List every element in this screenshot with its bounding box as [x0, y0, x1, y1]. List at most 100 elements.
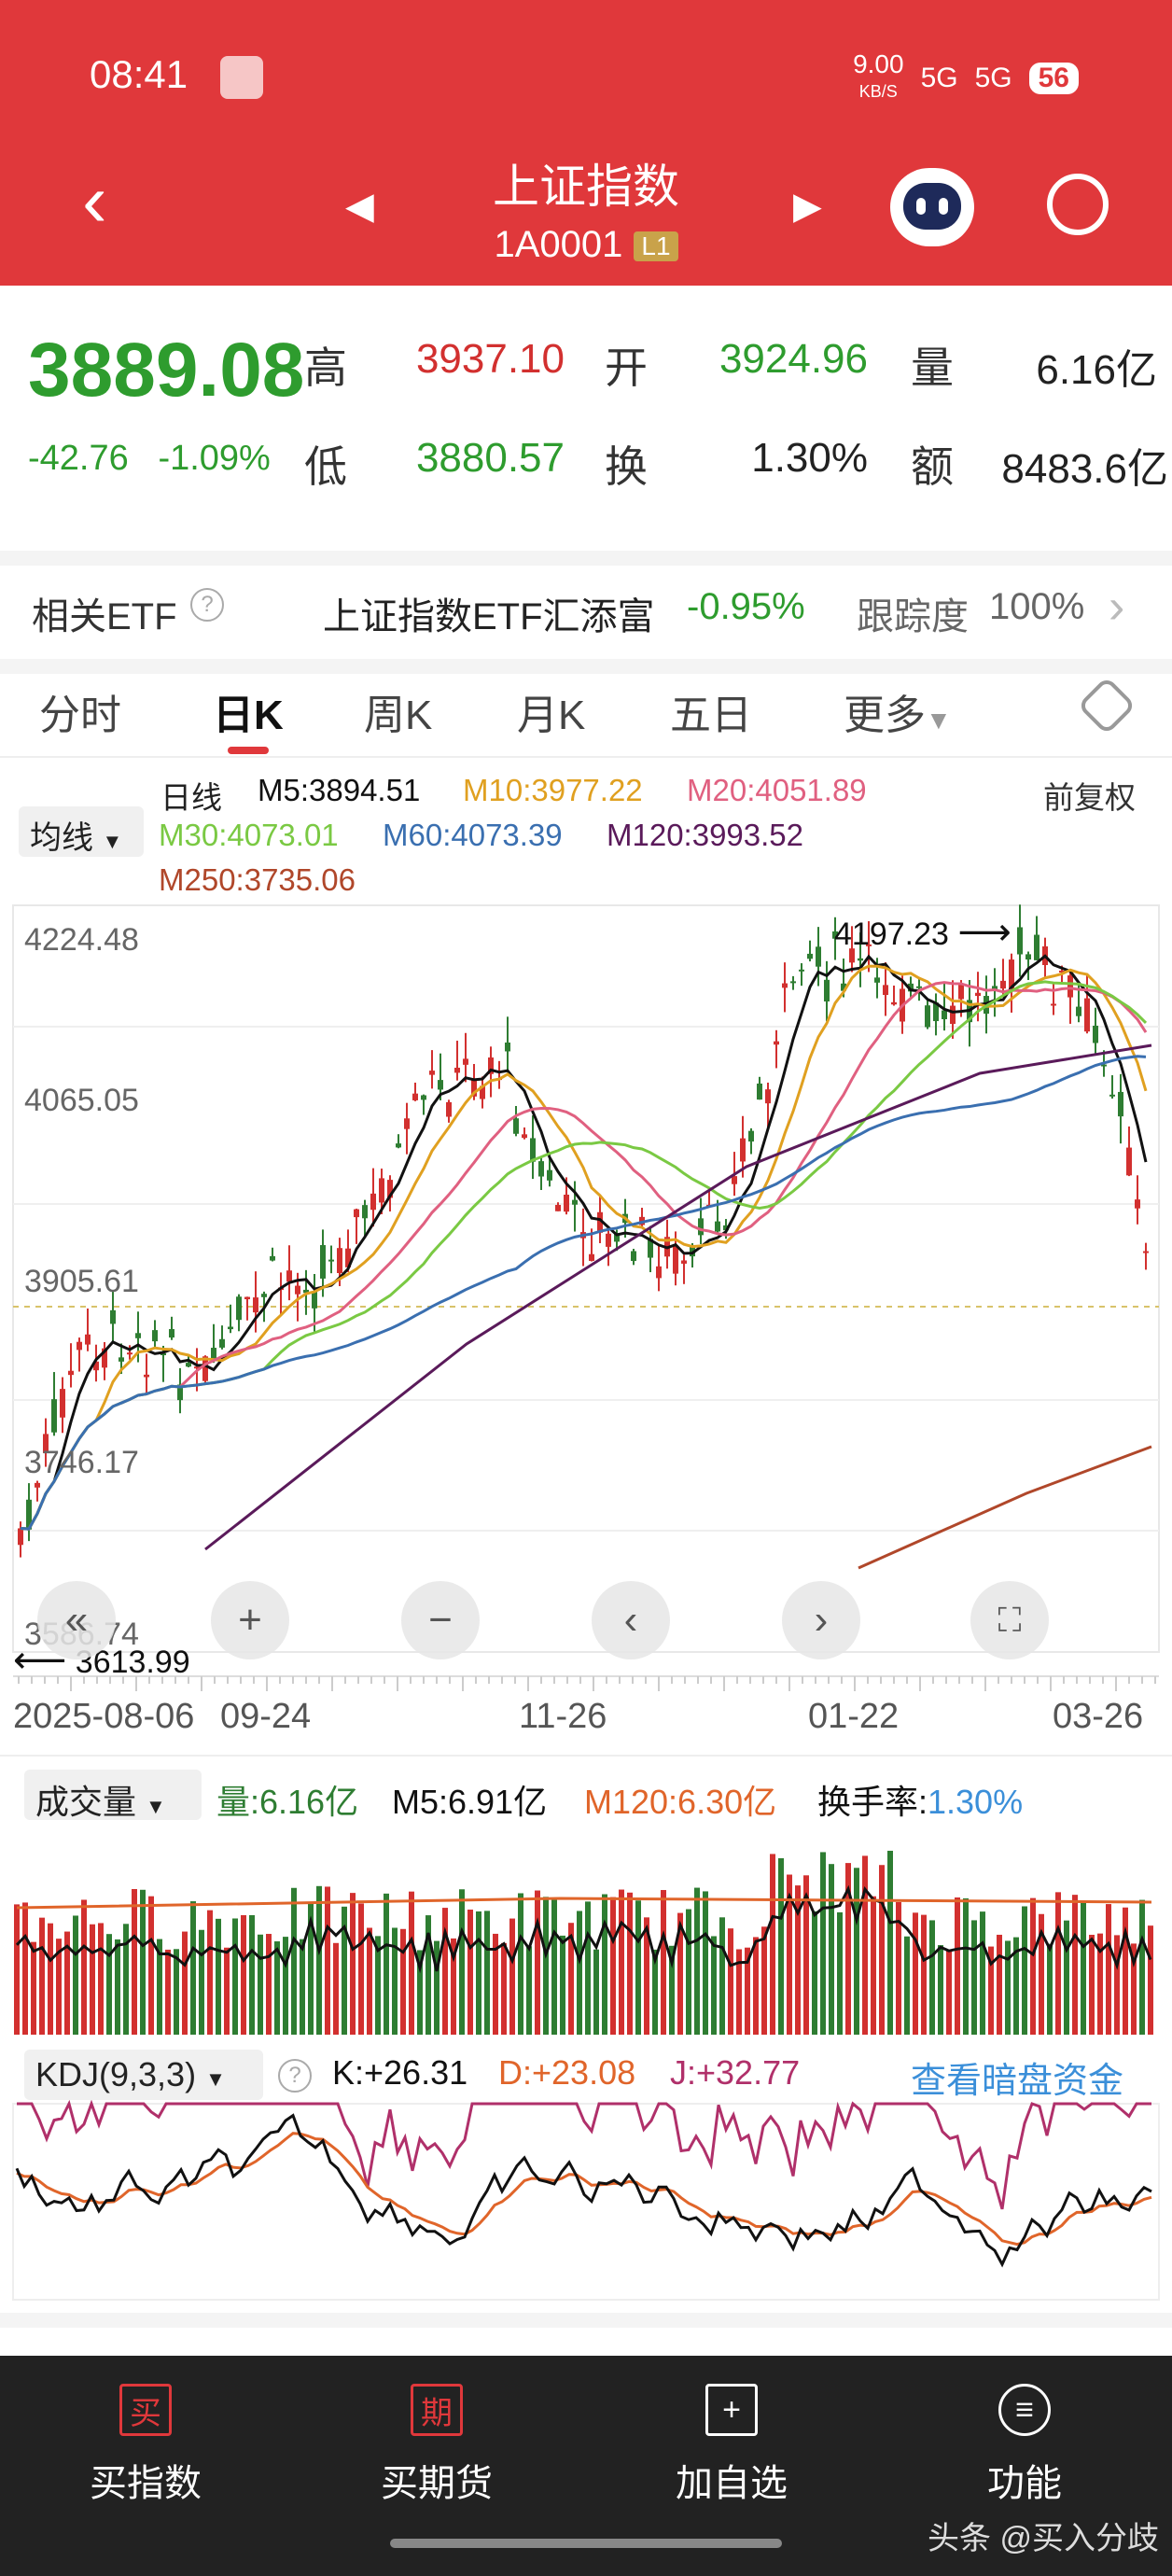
candle — [681, 1254, 687, 1284]
candle — [580, 1208, 586, 1267]
volume-bar — [602, 1894, 607, 2035]
candle — [362, 1199, 368, 1238]
volume-bar — [871, 1896, 876, 2035]
functions-button[interactable]: ≡ 功能 — [931, 2384, 1118, 2507]
zoom-in-icon[interactable]: + — [211, 1581, 289, 1659]
help-icon[interactable]: ? — [190, 588, 224, 622]
network-speed: 9.00 KB/S — [853, 49, 904, 102]
candle — [1109, 1075, 1115, 1099]
high-label: 高 — [304, 343, 347, 392]
buy-index-button[interactable]: 买 买指数 — [52, 2384, 239, 2507]
divider — [0, 756, 1172, 758]
volume-bar — [577, 1911, 582, 2035]
tab-five-day[interactable]: 五日 — [670, 681, 752, 741]
tab-daily-k[interactable]: 日K — [213, 681, 284, 741]
status-time: 08:41 — [90, 52, 188, 96]
volume-bar — [862, 1855, 868, 2035]
scroll-left-fast-icon[interactable]: « — [37, 1581, 116, 1659]
search-icon[interactable] — [1047, 174, 1109, 235]
amount-label: 额 — [911, 442, 954, 491]
tab-monthly-k[interactable]: 月K — [517, 681, 585, 741]
volume-bar — [258, 1934, 263, 2035]
volume-bar — [1081, 1901, 1086, 2035]
candle — [1067, 969, 1073, 1024]
ma-selector[interactable]: 均线 ▼ — [19, 806, 144, 857]
volume-bar — [1022, 1906, 1027, 2035]
volume-bar — [929, 1920, 935, 2035]
kdj-help-icon[interactable]: ? — [278, 2059, 312, 2093]
ma120-value: M120:3993.52 — [607, 818, 804, 852]
volume-bar — [963, 1897, 969, 2035]
volume-bar — [946, 1950, 952, 2035]
candle — [606, 1229, 611, 1267]
volume-bar — [753, 1937, 759, 2035]
candle — [35, 1480, 40, 1502]
candle — [757, 1076, 762, 1100]
scroll-left-icon[interactable]: ‹ — [592, 1581, 670, 1659]
divider — [0, 2313, 1172, 2328]
adjust-type[interactable]: 前复权 — [1043, 773, 1136, 818]
volume-bar — [980, 1911, 985, 2035]
candle — [1084, 974, 1090, 1034]
volume-bar — [106, 1934, 112, 2035]
volume-bar — [526, 1946, 532, 2035]
volume-bar — [48, 1923, 53, 2035]
kdj-selector[interactable]: KDJ(9,3,3) ▼ — [24, 2050, 263, 2100]
volume-bar — [291, 1887, 297, 2035]
volume-bar — [300, 1939, 305, 2035]
volume-bar — [165, 1949, 171, 2035]
tab-minute[interactable]: 分时 — [39, 681, 121, 741]
high-marker: 4197.23 ⟶ — [834, 912, 1012, 953]
volume-value: 6.16亿 — [1036, 347, 1157, 393]
volume-bar — [535, 1890, 540, 2035]
candle — [85, 1308, 91, 1351]
volume-bar — [1030, 1897, 1036, 2035]
tab-weekly-k[interactable]: 周K — [364, 681, 432, 741]
candle — [68, 1343, 74, 1388]
zoom-out-icon[interactable]: − — [401, 1581, 480, 1659]
volume-bar — [39, 1917, 45, 2035]
candle — [480, 1076, 485, 1109]
candle — [807, 940, 813, 962]
volume-bar — [190, 1901, 196, 2035]
volume-chart[interactable] — [0, 1820, 1172, 2035]
related-etf-row[interactable]: 相关ETF ? 上证指数ETF汇添富 -0.95% 跟踪度 100% › — [0, 551, 1172, 637]
status-bar-right: 9.00 KB/S 5G 5G 56 — [853, 49, 1079, 104]
candle — [421, 1094, 426, 1115]
candle — [429, 1050, 435, 1089]
price-change: -42.76 -1.09% — [28, 439, 271, 478]
dark-pool-link[interactable]: 查看暗盘资金 — [911, 2051, 1123, 2103]
add-watchlist-button[interactable]: + 加自选 — [638, 2384, 825, 2507]
volume-bar — [518, 1893, 523, 2035]
candle — [51, 1372, 57, 1436]
kdj-k-line — [15, 2113, 1152, 2268]
volume-bar — [484, 1911, 490, 2035]
bottom-nav: 买 买指数 期 买期货 + 加自选 ≡ 功能 头条 @买入分歧 — [0, 2356, 1172, 2576]
page-title: 上证指数 — [493, 161, 679, 213]
volume-bar — [333, 1942, 339, 2035]
candle — [748, 1127, 754, 1155]
tab-more[interactable]: 更多▼ — [844, 681, 952, 741]
buy-futures-button[interactable]: 期 买期货 — [343, 2384, 530, 2507]
ma30-value: M30:4073.01 — [159, 818, 339, 852]
volume-bar — [350, 1893, 356, 2035]
volume-selector[interactable]: 成交量 ▼ — [24, 1770, 202, 1821]
track-value: 100% — [989, 586, 1085, 627]
kdj-chart[interactable] — [0, 2100, 1172, 2305]
scroll-right-icon[interactable]: › — [782, 1581, 860, 1659]
volume-bar — [509, 1918, 515, 2035]
next-stock-icon[interactable]: ▶ — [793, 185, 822, 228]
volume-bar — [384, 1893, 389, 2035]
fullscreen-icon[interactable]: ⛶ — [970, 1581, 1049, 1659]
volume-bar — [854, 1868, 859, 2035]
candle — [824, 960, 830, 1022]
volume-bar — [1005, 1940, 1011, 2035]
x-tick-4: 01-22 — [808, 1697, 900, 1736]
candle — [1009, 953, 1014, 1013]
robot-assistant-icon[interactable] — [890, 168, 974, 246]
candle — [396, 1134, 401, 1149]
track-label: 跟踪度 — [857, 596, 969, 637]
volume-bar — [829, 1864, 834, 2035]
volume-bar — [837, 1911, 843, 2035]
candle — [1034, 916, 1039, 960]
